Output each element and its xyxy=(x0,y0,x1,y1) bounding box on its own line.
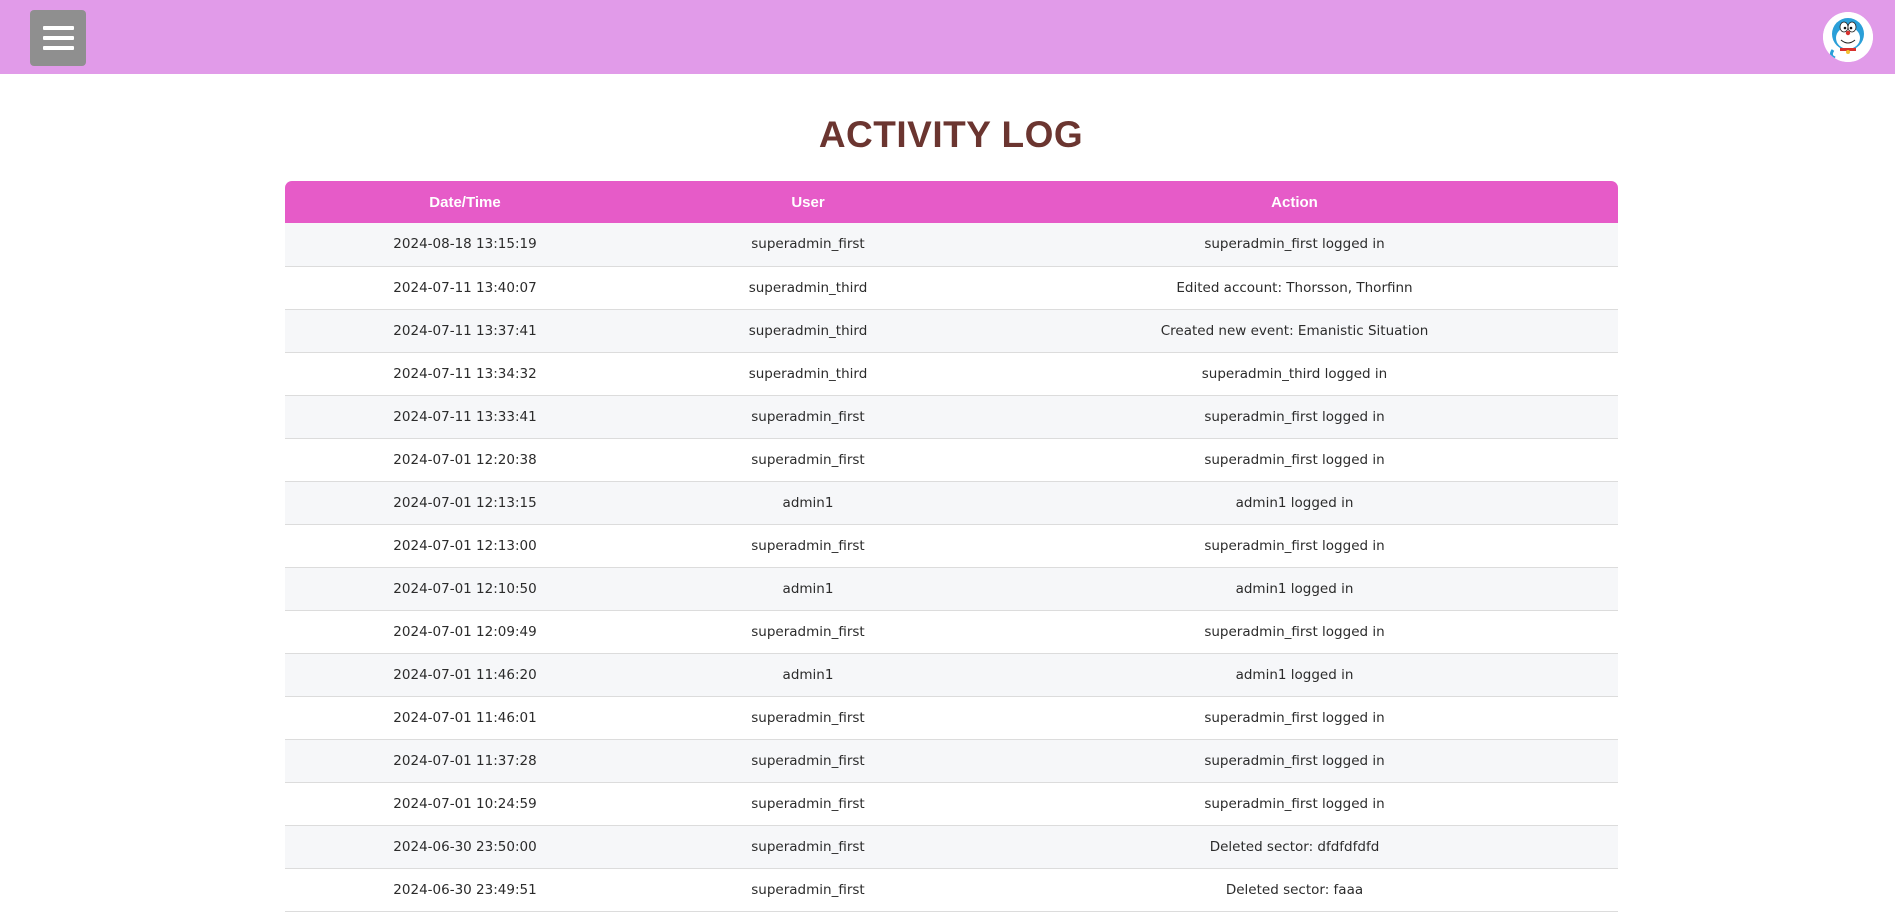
table-row[interactable]: 2024-07-01 12:09:49 superadmin_first super… xyxy=(285,610,1618,654)
cell-datetime: 2024-07-01 12:13:00 xyxy=(285,524,645,568)
cell-datetime: 2024-06-30 23:49:51 xyxy=(285,868,645,912)
cell-action: superadmin_first logged in xyxy=(971,739,1618,783)
cell-datetime: 2024-07-01 12:13:15 xyxy=(285,481,645,525)
table-row[interactable]: 2024-07-01 12:20:38 superadmin_first super… xyxy=(285,438,1618,482)
cell-action: superadmin_first logged in xyxy=(971,696,1618,740)
table-row[interactable]: 2024-07-01 12:13:15 admin1 admin1 logged i… xyxy=(285,481,1618,525)
menu-bar-line xyxy=(43,46,74,50)
cell-datetime: 2024-07-01 11:46:20 xyxy=(285,653,645,697)
cell-datetime: 2024-07-01 10:24:59 xyxy=(285,782,645,826)
table-row[interactable]: 2024-07-11 13:34:32 superadmin_third super… xyxy=(285,352,1618,396)
cell-action: admin1 logged in xyxy=(971,653,1618,697)
cell-user: superadmin_third xyxy=(645,352,971,396)
cell-action: Deleted sector: dfdfdfdfd xyxy=(971,825,1618,869)
cell-action: admin1 logged in xyxy=(971,481,1618,525)
cell-action: superadmin_first logged in xyxy=(971,438,1618,482)
cell-user: admin1 xyxy=(645,567,971,611)
cell-action: superadmin_first logged in xyxy=(971,782,1618,826)
cell-user: superadmin_first xyxy=(645,782,971,826)
cell-action: superadmin_third logged in xyxy=(971,352,1618,396)
cell-datetime: 2024-07-01 12:09:49 xyxy=(285,610,645,654)
cell-action: superadmin_first logged in xyxy=(971,223,1618,267)
table-row[interactable]: 2024-06-30 23:49:51 superadmin_first Delet… xyxy=(285,868,1618,912)
top-bar xyxy=(0,0,1895,74)
table-row[interactable]: 2024-07-01 11:46:20 admin1 admin1 logged i… xyxy=(285,653,1618,697)
cell-user: superadmin_third xyxy=(645,266,971,310)
table-row[interactable]: 2024-07-01 12:10:50 admin1 admin1 logged i… xyxy=(285,567,1618,611)
table-row[interactable]: 2024-07-11 13:37:41 superadmin_third Creat… xyxy=(285,309,1618,353)
table-row[interactable]: 2024-07-11 13:40:07 superadmin_third Edite… xyxy=(285,266,1618,310)
cell-action: Created new event: Emanistic Situation xyxy=(971,309,1618,353)
column-header-action[interactable]: Action xyxy=(971,181,1618,223)
cell-user: superadmin_first xyxy=(645,395,971,439)
cell-datetime: 2024-07-01 12:20:38 xyxy=(285,438,645,482)
cell-datetime: 2024-07-01 12:10:50 xyxy=(285,567,645,611)
cell-user: admin1 xyxy=(645,481,971,525)
table-row[interactable]: 2024-07-01 10:24:59 superadmin_first super… xyxy=(285,782,1618,826)
cell-user: superadmin_first xyxy=(645,739,971,783)
page-title: ACTIVITY LOG xyxy=(818,114,1084,155)
cell-datetime: 2024-07-11 13:34:32 xyxy=(285,352,645,396)
column-header-user[interactable]: User xyxy=(645,181,971,223)
cell-user: superadmin_first xyxy=(645,868,971,912)
table-row[interactable]: 2024-07-01 11:37:28 superadmin_first super… xyxy=(285,739,1618,783)
cell-action: superadmin_first logged in xyxy=(971,524,1618,568)
cell-action: Deleted sector: faaa xyxy=(971,868,1618,912)
cell-datetime: 2024-07-01 11:46:01 xyxy=(285,696,645,740)
cell-user: superadmin_first xyxy=(645,438,971,482)
cell-datetime: 2024-07-11 13:33:41 xyxy=(285,395,645,439)
table-row[interactable]: 2024-06-30 23:50:00 superadmin_first Delet… xyxy=(285,825,1618,869)
cell-datetime: 2024-07-11 13:40:07 xyxy=(285,266,645,310)
cell-datetime: 2024-07-11 13:37:41 xyxy=(285,309,645,353)
table-row[interactable]: 2024-07-11 13:33:41 superadmin_first super… xyxy=(285,395,1618,439)
cell-user: superadmin_first xyxy=(645,610,971,654)
table-body: 2024-08-18 13:15:19 superadmin_first super… xyxy=(285,223,1618,912)
cell-user: superadmin_first xyxy=(645,825,971,869)
cell-user: admin1 xyxy=(645,653,971,697)
table-row[interactable]: 2024-07-01 11:46:01 superadmin_first super… xyxy=(285,696,1618,740)
cell-datetime: 2024-06-30 23:50:00 xyxy=(285,825,645,869)
cell-action: superadmin_first logged in xyxy=(971,610,1618,654)
activity-log-table: Date/Time User Action 2024-08-18 13:15:1… xyxy=(285,181,1618,912)
cell-datetime: 2024-08-18 13:15:19 xyxy=(285,223,645,267)
cell-user: superadmin_first xyxy=(645,223,971,267)
cell-action: Edited account: Thorsson, Thorfinn xyxy=(971,266,1618,310)
cell-user: superadmin_first xyxy=(645,696,971,740)
table-row[interactable]: 2024-07-01 12:13:00 superadmin_first super… xyxy=(285,524,1618,568)
cell-action: admin1 logged in xyxy=(971,567,1618,611)
column-header-datetime[interactable]: Date/Time xyxy=(285,181,645,223)
cell-action: superadmin_first logged in xyxy=(971,395,1618,439)
table-header-row: Date/Time User Action xyxy=(285,181,1618,223)
cell-user: superadmin_third xyxy=(645,309,971,353)
table-row[interactable]: 2024-08-18 13:15:19 superadmin_first super… xyxy=(285,223,1618,267)
menu-bar-line xyxy=(43,26,74,30)
user-avatar-icon[interactable] xyxy=(1823,12,1873,62)
hamburger-menu-icon[interactable] xyxy=(30,10,86,66)
menu-bar-line xyxy=(43,36,74,40)
cell-user: superadmin_first xyxy=(645,524,971,568)
cell-datetime: 2024-07-01 11:37:28 xyxy=(285,739,645,783)
